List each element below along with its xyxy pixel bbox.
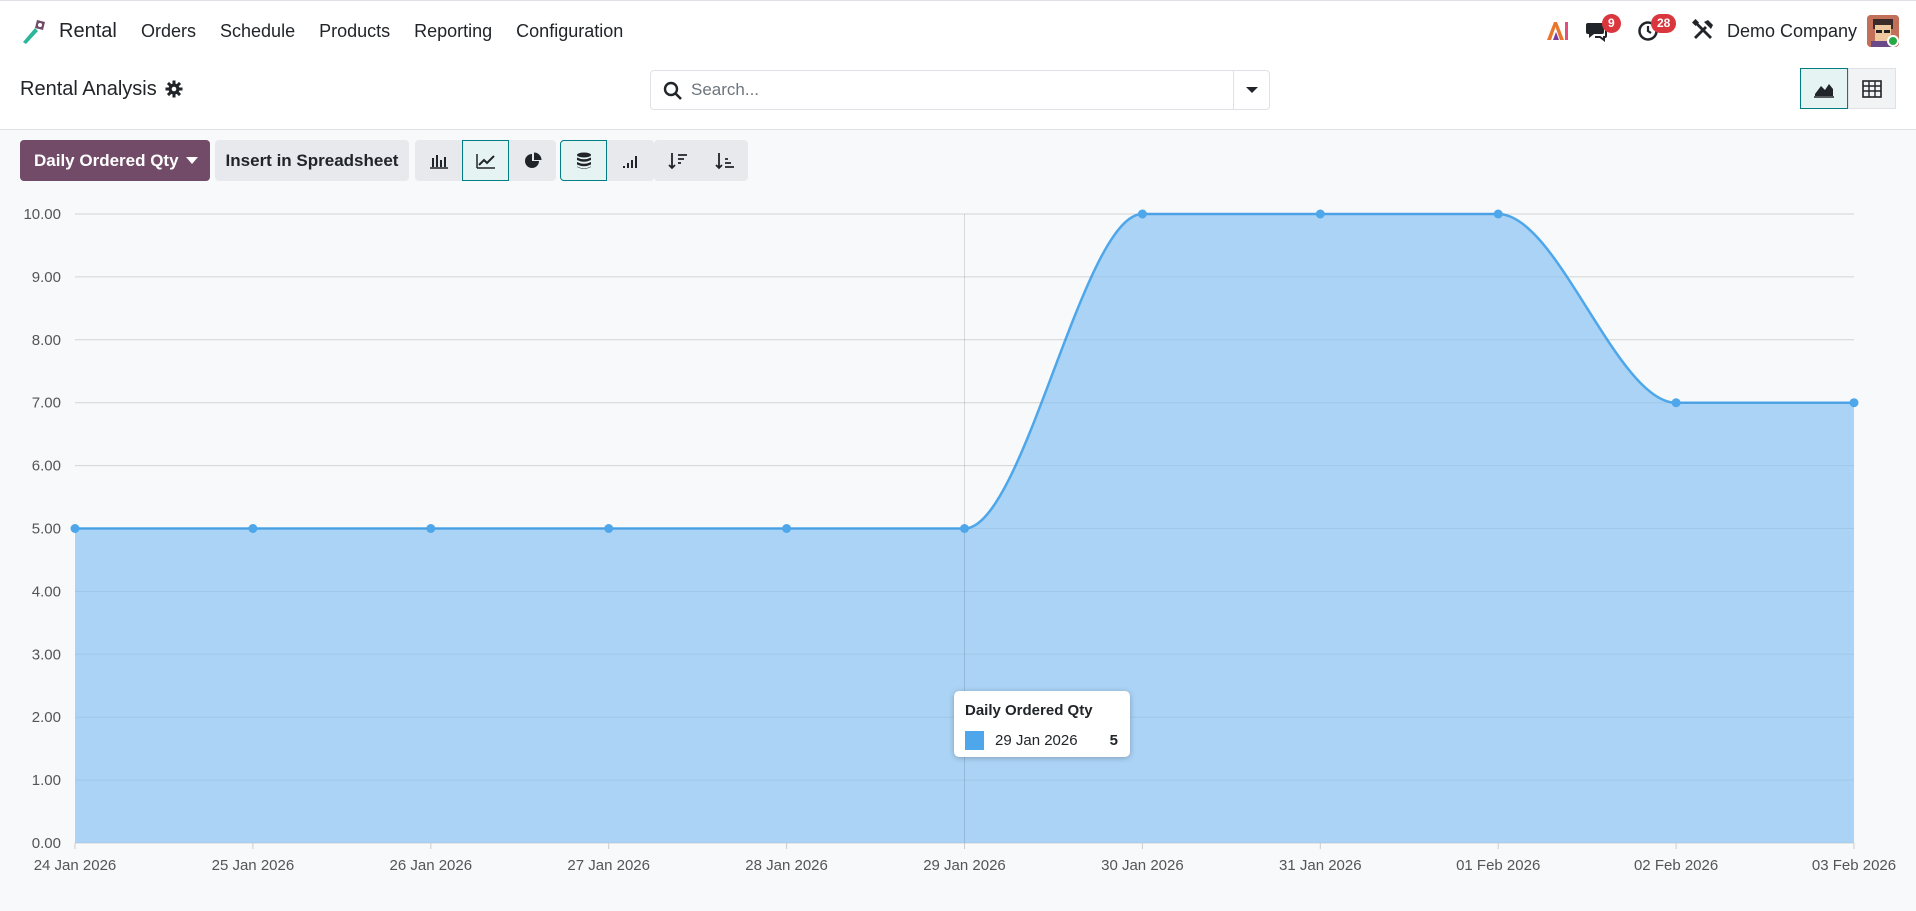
rental-analysis-chart[interactable]: 0.00 1.00 2.00 3.00 4.00 5.00 6.00 7.00 8.00 9.00… — [0, 190, 1916, 911]
data-point — [960, 524, 969, 533]
tooltip-label: 29 Jan 2026 — [995, 732, 1078, 749]
tooltip-series-swatch — [965, 731, 984, 750]
line-chart-icon — [475, 153, 495, 169]
company-switcher[interactable]: Demo Company — [1727, 21, 1857, 42]
gear-icon[interactable] — [165, 80, 183, 98]
area-chart[interactable]: 0.00 1.00 2.00 3.00 4.00 5.00 6.00 7.00 8.00 9.00… — [0, 190, 1916, 911]
data-point — [1671, 398, 1681, 408]
search-options-toggle[interactable] — [1233, 71, 1269, 109]
rental-app-icon[interactable] — [19, 16, 49, 46]
activity-count-badge: 28 — [1651, 14, 1677, 33]
caret-down-icon — [1246, 87, 1258, 93]
top-navbar: Rental Orders Schedule Products Reportin… — [0, 0, 1916, 61]
pivot-view-button[interactable] — [1848, 68, 1896, 109]
search-input[interactable] — [691, 71, 1216, 109]
y-tick-label: 4.00 — [32, 583, 61, 600]
y-tick-label: 6.00 — [32, 458, 61, 475]
insert-in-spreadsheet-button[interactable]: Insert in Spreadsheet — [215, 140, 409, 181]
y-tick-label: 8.00 — [32, 332, 61, 349]
sort-descending-icon — [667, 152, 687, 169]
x-tick-label: 01 Feb 2026 — [1456, 857, 1540, 874]
x-tick-label: 27 Jan 2026 — [567, 857, 650, 874]
sort-descending-button[interactable] — [654, 140, 701, 181]
sort-ascending-button[interactable] — [701, 140, 748, 181]
caret-down-icon — [186, 157, 198, 164]
sort-ascending-icon — [714, 152, 734, 169]
pie-chart-button[interactable] — [509, 140, 556, 181]
table-grid-icon — [1862, 79, 1882, 98]
main-menu: Orders Schedule Products Reporting Confi… — [141, 21, 647, 42]
online-status-icon — [1887, 35, 1899, 47]
y-tick-label: 10.00 — [23, 206, 61, 223]
y-tick-label: 7.00 — [32, 395, 61, 412]
tools-icon[interactable] — [1692, 19, 1714, 41]
area-chart-icon — [1814, 83, 1834, 98]
data-point — [604, 524, 614, 533]
data-point — [1493, 209, 1503, 219]
menu-item-orders[interactable]: Orders — [141, 21, 196, 42]
x-tick-label: 30 Jan 2026 — [1101, 857, 1184, 874]
data-point — [248, 524, 258, 533]
pie-chart-icon — [524, 152, 541, 168]
bar-chart-button[interactable] — [415, 140, 462, 181]
stacked-button[interactable] — [560, 140, 607, 181]
x-tick-label: 29 Jan 2026 — [923, 857, 1006, 874]
cumulative-button[interactable] — [607, 140, 654, 181]
chart-type-group — [415, 140, 556, 181]
y-tick-label: 5.00 — [32, 521, 61, 538]
y-tick-label: 2.00 — [32, 709, 61, 726]
chart-tooltip: Daily Ordered Qty 29 Jan 2026 5 — [954, 691, 1130, 757]
signal-bars-icon — [622, 155, 637, 168]
menu-item-schedule[interactable]: Schedule — [220, 21, 295, 42]
chat-count-badge: 9 — [1602, 14, 1621, 33]
x-tick-label: 25 Jan 2026 — [212, 857, 295, 874]
x-tick-label: 31 Jan 2026 — [1279, 857, 1362, 874]
data-point — [1849, 398, 1859, 408]
data-point — [782, 524, 792, 533]
chart-mode-group — [560, 140, 654, 181]
y-tick-label: 3.00 — [32, 646, 61, 663]
x-tick-label: 26 Jan 2026 — [390, 857, 473, 874]
graph-view-button[interactable] — [1800, 68, 1848, 109]
x-tick-label: 28 Jan 2026 — [745, 857, 828, 874]
data-point — [426, 524, 436, 533]
data-point — [70, 524, 80, 533]
control-panel: Rental Analysis — [0, 61, 1916, 130]
x-tick-label: 02 Feb 2026 — [1634, 857, 1718, 874]
measure-dropdown-button[interactable]: Daily Ordered Qty — [20, 140, 210, 181]
tooltip-title: Daily Ordered Qty — [965, 702, 1093, 719]
menu-item-reporting[interactable]: Reporting — [414, 21, 492, 42]
menu-item-configuration[interactable]: Configuration — [516, 21, 623, 42]
app-name[interactable]: Rental — [59, 20, 117, 43]
page-title: Rental Analysis — [20, 78, 157, 100]
x-tick-label: 03 Feb 2026 — [1812, 857, 1896, 874]
bar-chart-icon — [429, 154, 448, 169]
y-tick-label: 1.00 — [32, 772, 61, 789]
measure-label: Daily Ordered Qty — [34, 151, 179, 170]
ai-icon[interactable] — [1545, 21, 1569, 41]
sort-group — [654, 140, 748, 181]
search-icon — [663, 81, 682, 100]
search-bar — [650, 70, 1270, 110]
x-tick-label: 24 Jan 2026 — [34, 857, 117, 874]
line-chart-button[interactable] — [462, 140, 509, 181]
tooltip-value: 5 — [1109, 732, 1118, 749]
data-point — [1137, 209, 1147, 219]
menu-item-products[interactable]: Products — [319, 21, 390, 42]
database-stack-icon — [576, 152, 591, 169]
y-tick-label: 9.00 — [32, 269, 61, 286]
data-point — [1315, 209, 1325, 219]
y-tick-label: 0.00 — [32, 835, 61, 852]
view-switcher — [1800, 68, 1896, 109]
